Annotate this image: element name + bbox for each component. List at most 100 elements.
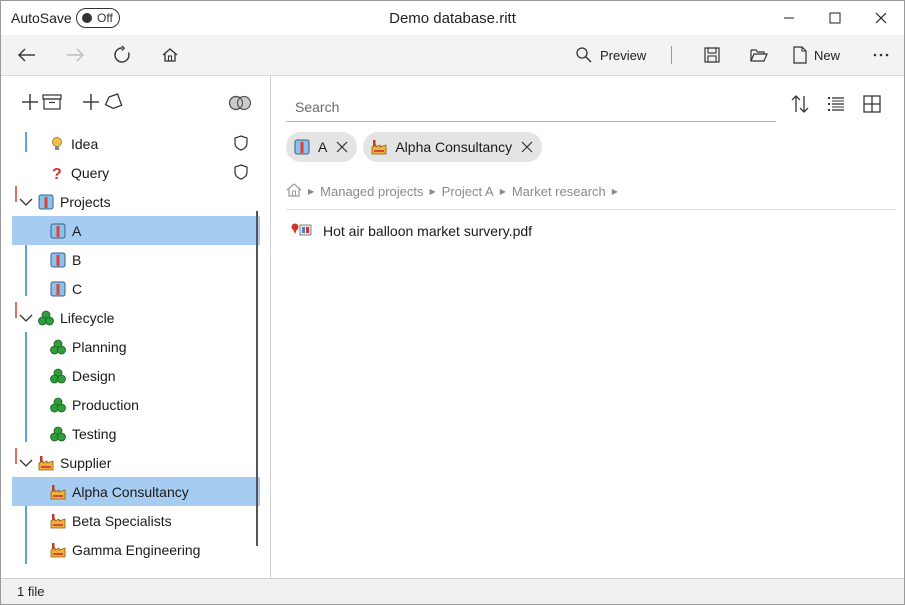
- recycle-icon: [50, 368, 66, 384]
- save-button[interactable]: [698, 41, 726, 69]
- tree-item-planning[interactable]: Planning: [12, 332, 260, 361]
- shield-icon[interactable]: [234, 135, 248, 154]
- plus-icon: [22, 94, 38, 110]
- maximize-button[interactable]: [812, 1, 858, 35]
- tree-item-label: Query: [71, 164, 110, 181]
- breadcrumb-separator: ▶: [499, 186, 506, 196]
- factory-icon: [38, 455, 54, 471]
- chip-label: Alpha Consultancy: [395, 139, 513, 155]
- preview-button[interactable]: Preview: [575, 41, 646, 69]
- file-name: Hot air balloon market survery.pdf: [323, 223, 533, 239]
- chevron-down-icon[interactable]: [18, 194, 34, 210]
- toolbar-separator: [671, 46, 672, 64]
- project-icon: [50, 281, 66, 297]
- close-icon[interactable]: [520, 140, 534, 154]
- sidebar-actions: [1, 76, 271, 132]
- plus-icon: [83, 94, 99, 110]
- close-icon[interactable]: [335, 140, 349, 154]
- list-view-button[interactable]: [826, 94, 846, 117]
- toolbar: Preview New: [1, 35, 904, 76]
- toggle-knob: [82, 13, 92, 23]
- tree-item-a[interactable]: A: [12, 216, 260, 245]
- tree-item-production[interactable]: Production: [12, 390, 260, 419]
- lightbulb-icon: [49, 136, 65, 152]
- question-icon: ?: [49, 165, 65, 181]
- arrow-right-icon: [67, 48, 84, 62]
- tree-item-beta-specialists[interactable]: Beta Specialists: [12, 506, 260, 535]
- title-bar: AutoSave Off Demo database.ritt: [1, 1, 904, 35]
- tree-item-alpha-consultancy[interactable]: Alpha Consultancy: [12, 477, 260, 506]
- tree-item-label: Lifecycle: [60, 309, 115, 326]
- factory-icon: [50, 542, 66, 558]
- file-item[interactable]: Hot air balloon market survery.pdf: [290, 220, 532, 242]
- tree-item-label: Idea: [71, 135, 99, 152]
- breadcrumb-item[interactable]: Project A: [442, 184, 494, 199]
- tree-item-label: Projects: [60, 193, 111, 210]
- breadcrumb-item[interactable]: Managed projects: [320, 184, 423, 199]
- tree-item-gamma-engineering[interactable]: Gamma Engineering: [12, 535, 260, 564]
- tag-mode-button[interactable]: [227, 95, 253, 114]
- grid-view-icon: [863, 95, 881, 113]
- recycle-icon: [50, 339, 66, 355]
- breadcrumb-item[interactable]: Market research: [512, 184, 606, 199]
- autosave-label: AutoSave: [11, 10, 72, 26]
- main-panel: A Alpha Consultancy ▶ Managed projects: [272, 76, 904, 578]
- tree-item-label: A: [72, 222, 82, 239]
- project-icon: [38, 194, 54, 210]
- filter-chip-a[interactable]: A: [286, 132, 358, 162]
- open-button[interactable]: [745, 41, 773, 69]
- sidebar-scrollbar[interactable]: [256, 211, 258, 546]
- sort-button[interactable]: [790, 94, 810, 117]
- tree-item-label: Alpha Consultancy: [72, 483, 189, 500]
- tag-icon: [104, 93, 123, 110]
- search-box: [286, 94, 776, 122]
- add-category-button[interactable]: [21, 93, 63, 111]
- search-icon: [576, 47, 592, 63]
- shield-icon[interactable]: [234, 164, 248, 183]
- tree-item-projects[interactable]: Projects: [12, 187, 260, 216]
- home-button[interactable]: [156, 41, 184, 69]
- status-bar: 1 file: [1, 578, 904, 604]
- forward-button[interactable]: [61, 41, 89, 69]
- recycle-icon: [50, 426, 66, 442]
- tree-item-label: Production: [72, 396, 139, 413]
- tree-item-query[interactable]: ? Query: [12, 158, 260, 187]
- project-icon: [294, 139, 310, 155]
- factory-icon: [50, 484, 66, 500]
- save-icon: [704, 47, 720, 63]
- grid-view-button[interactable]: [862, 94, 882, 117]
- refresh-button[interactable]: [108, 41, 136, 69]
- tree-item-b[interactable]: B: [12, 245, 260, 274]
- tree-item-design[interactable]: Design: [12, 361, 260, 390]
- more-icon: [873, 53, 889, 57]
- tree-item-label: Planning: [72, 338, 127, 355]
- tree-item-lifecycle[interactable]: Lifecycle: [12, 303, 260, 332]
- home-icon[interactable]: [286, 182, 302, 201]
- autosave-toggle[interactable]: Off: [76, 8, 120, 28]
- factory-icon: [50, 513, 66, 529]
- add-tag-button[interactable]: [82, 93, 124, 111]
- tree-item-label: C: [72, 280, 83, 297]
- tree-item-idea[interactable]: Idea: [12, 129, 260, 158]
- arrow-left-icon: [18, 48, 35, 62]
- search-input[interactable]: [286, 94, 776, 120]
- filter-chip-alpha-consultancy[interactable]: Alpha Consultancy: [363, 132, 543, 162]
- tree-item-supplier[interactable]: Supplier: [12, 448, 260, 477]
- breadcrumb-separator: ▶: [611, 186, 618, 196]
- new-button[interactable]: New: [793, 41, 840, 69]
- back-button[interactable]: [13, 41, 41, 69]
- breadcrumb-separator: ▶: [308, 186, 315, 196]
- tree-item-label: Design: [72, 367, 116, 384]
- preview-label: Preview: [600, 47, 647, 63]
- more-button[interactable]: [867, 41, 895, 69]
- home-icon: [162, 48, 178, 62]
- app-window: AutoSave Off Demo database.ritt Preview …: [0, 0, 905, 605]
- chevron-down-icon[interactable]: [18, 455, 34, 471]
- status-text: 1 file: [17, 584, 45, 599]
- tree-item-testing[interactable]: Testing: [12, 419, 260, 448]
- svg-text:?: ?: [52, 166, 62, 181]
- tree-item-c[interactable]: C: [12, 274, 260, 303]
- close-button[interactable]: [858, 1, 904, 35]
- minimize-button[interactable]: [766, 1, 812, 35]
- chevron-down-icon[interactable]: [18, 310, 34, 326]
